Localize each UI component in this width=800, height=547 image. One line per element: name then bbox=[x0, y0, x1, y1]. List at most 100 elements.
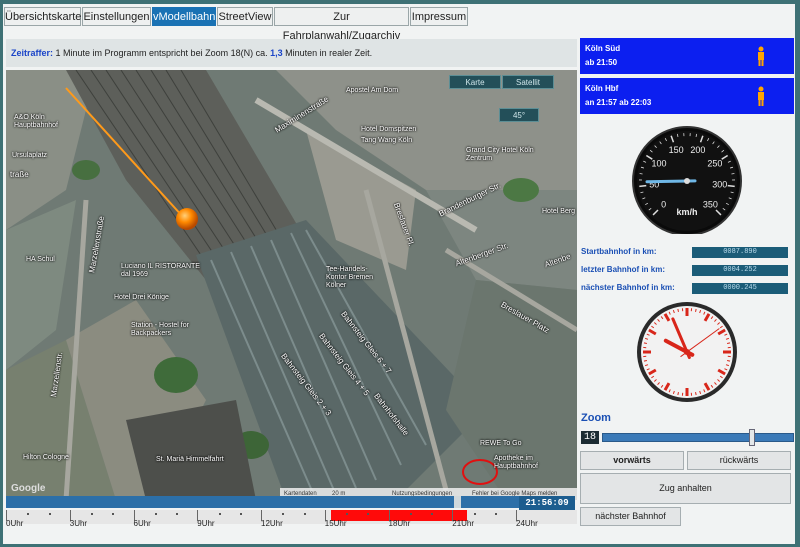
time-tick-label: 24Uhr bbox=[516, 519, 538, 528]
speed-tick bbox=[639, 184, 647, 188]
person-icon bbox=[758, 46, 764, 66]
digital-clock: 21:56:09 bbox=[519, 496, 575, 510]
analog-clock bbox=[637, 302, 737, 402]
time-minor-tick bbox=[112, 513, 115, 515]
clock-tick bbox=[643, 342, 647, 344]
speed-tick-label: 100 bbox=[652, 158, 667, 168]
time-slider[interactable] bbox=[6, 496, 519, 508]
time-tick-label: 12Uhr bbox=[261, 519, 283, 528]
tab-fahrplanwahl[interactable]: Zur Fahrplanwahl/Zugarchiv bbox=[274, 7, 409, 42]
time-tick-label: 18Uhr bbox=[388, 519, 411, 528]
poi-hotel-drei-koenige[interactable]: Hotel Drei Könige bbox=[114, 294, 169, 301]
tab-uebersichtskarte[interactable]: Übersichtskarte bbox=[4, 7, 81, 26]
time-minor-tick bbox=[176, 513, 178, 515]
person-icon bbox=[758, 86, 764, 106]
app-panel: Übersichtskarte Einstellungen vModellbah… bbox=[3, 4, 795, 544]
poi-luciano[interactable]: Luciano IL RISTORANTE dal 1969 bbox=[121, 263, 201, 279]
time-minor-tick bbox=[91, 513, 93, 515]
speed-tick-label: 350 bbox=[703, 199, 718, 209]
last-km-label: letzter Bahnhof in km: bbox=[581, 265, 666, 274]
rotate-45-button[interactable]: 45° bbox=[499, 108, 539, 122]
poi-hotel-domspitzen[interactable]: Hotel Domspitzen bbox=[361, 126, 416, 133]
clock-tick bbox=[695, 308, 697, 312]
timelapse-text-2: Minuten in realer Zeit. bbox=[282, 48, 373, 58]
stop-train-button[interactable]: Zug anhalten bbox=[580, 473, 791, 504]
time-tick-label: 6Uhr bbox=[133, 519, 151, 528]
time-minor-tick bbox=[303, 513, 306, 515]
time-minor-tick bbox=[27, 513, 30, 515]
speed-unit: km/h bbox=[676, 207, 697, 217]
poi-ursulaplatz[interactable]: Ursulaplatz bbox=[12, 152, 47, 159]
poi-tee-handels[interactable]: Tee-Handels-Kontor Bremen Kölner bbox=[326, 266, 386, 290]
last-km-value: 0004.252 bbox=[692, 265, 788, 276]
timelapse-info: Zeitraffer: 1 Minute im Programm entspri… bbox=[6, 39, 577, 67]
poi-apotheke[interactable]: Apotheke im Hauptbahnhof bbox=[494, 455, 554, 471]
poi-st-mariae[interactable]: St. Mariä Himmelfahrt bbox=[156, 456, 224, 463]
time-tick-label: 0Uhr bbox=[6, 519, 24, 528]
speed-tick-label: 150 bbox=[669, 145, 684, 155]
tab-vmodellbahn[interactable]: vModellbahn bbox=[152, 7, 216, 26]
tab-streetview[interactable]: StreetView bbox=[217, 7, 273, 26]
time-slider-knob[interactable] bbox=[454, 496, 462, 508]
poi-apostel[interactable]: Apostel Am Dom bbox=[346, 87, 398, 94]
satellite-map[interactable]: Karte Satellit 45° Apostel Am Dom Hotel … bbox=[6, 70, 577, 500]
time-minor-tick bbox=[218, 513, 221, 515]
satellite-image bbox=[6, 70, 577, 500]
time-minor-tick bbox=[409, 513, 412, 515]
time-minor-tick bbox=[346, 513, 348, 515]
tab-einstellungen[interactable]: Einstellungen bbox=[82, 7, 151, 26]
time-minor-tick bbox=[494, 513, 497, 515]
poi-grand-city[interactable]: Grand City Hotel Köln Zentrum bbox=[466, 147, 536, 163]
start-km-label: Startbahnhof in km: bbox=[581, 247, 657, 256]
poi-tang-wang[interactable]: Tang Wang Köln bbox=[361, 137, 412, 144]
station-card-koeln-hbf[interactable]: Köln Hbf an 21:57 ab 22:03 bbox=[580, 78, 794, 114]
time-minor-tick bbox=[154, 513, 157, 515]
street-trasse: traße bbox=[10, 170, 29, 179]
poi-rewe[interactable]: REWE To Go bbox=[480, 440, 522, 447]
clock-tick bbox=[727, 360, 731, 362]
poi-hilton[interactable]: Hilton Cologne bbox=[23, 454, 69, 461]
clock-tick bbox=[727, 342, 731, 344]
map-type-satellit-button[interactable]: Satellit bbox=[502, 75, 554, 89]
time-tick-label: 9Uhr bbox=[197, 519, 215, 528]
timelapse-value: 1,3 bbox=[270, 48, 283, 58]
speed-tick-label: 200 bbox=[690, 145, 705, 155]
timelapse-text-1: 1 Minute im Programm entspricht bei Zoom… bbox=[53, 48, 271, 58]
tab-impressum[interactable]: Impressum bbox=[410, 7, 468, 26]
speed-tick-label: 300 bbox=[712, 180, 727, 190]
time-minor-tick bbox=[473, 513, 476, 515]
speed-tick-label: 250 bbox=[707, 158, 722, 168]
google-logo: Google bbox=[11, 483, 46, 494]
zoom-label: Zoom bbox=[581, 412, 611, 424]
poi-ao-koeln[interactable]: A&O Köln Hauptbahnhof bbox=[14, 114, 59, 130]
zoom-value: 18 bbox=[581, 431, 599, 444]
next-station-button[interactable]: nächster Bahnhof bbox=[580, 507, 681, 526]
time-minor-tick bbox=[431, 513, 433, 515]
start-km-value: 0087.890 bbox=[692, 247, 788, 258]
map-type-karte-button[interactable]: Karte bbox=[449, 75, 501, 89]
timelapse-prefix: Zeitraffer: bbox=[11, 48, 54, 58]
speedometer: 0 50 100 150 200 250 300 350 km/h bbox=[628, 124, 746, 239]
zoom-slider[interactable] bbox=[602, 433, 794, 442]
time-minor-tick bbox=[48, 513, 51, 515]
time-minor-tick bbox=[239, 513, 242, 515]
poi-ha-schul[interactable]: HA Schul bbox=[26, 256, 55, 263]
zoom-slider-knob[interactable] bbox=[748, 429, 755, 446]
station-card-koeln-sued[interactable]: Köln Süd ab 21:50 bbox=[580, 38, 794, 74]
backward-button[interactable]: rückwärts bbox=[687, 451, 791, 470]
time-minor-tick bbox=[282, 513, 285, 515]
clock-tick bbox=[643, 360, 647, 362]
clock-tick bbox=[695, 392, 697, 396]
poi-station-hostel[interactable]: Station - Hostel for Backpackers bbox=[131, 322, 191, 338]
poi-hotel-berg[interactable]: Hotel Berg bbox=[542, 208, 575, 215]
time-tick-label: 21Uhr bbox=[452, 519, 475, 528]
next-km-label: nächster Bahnhof in km: bbox=[581, 283, 675, 292]
next-km-value: 0000.245 bbox=[692, 283, 788, 294]
time-minor-tick bbox=[367, 513, 370, 515]
clock-tick bbox=[677, 392, 679, 396]
clock-tick bbox=[677, 308, 679, 312]
speed-tick-label: 0 bbox=[661, 199, 666, 209]
speed-tick bbox=[727, 184, 735, 188]
time-tick-label: 3Uhr bbox=[69, 519, 88, 528]
forward-button[interactable]: vorwärts bbox=[580, 451, 684, 470]
